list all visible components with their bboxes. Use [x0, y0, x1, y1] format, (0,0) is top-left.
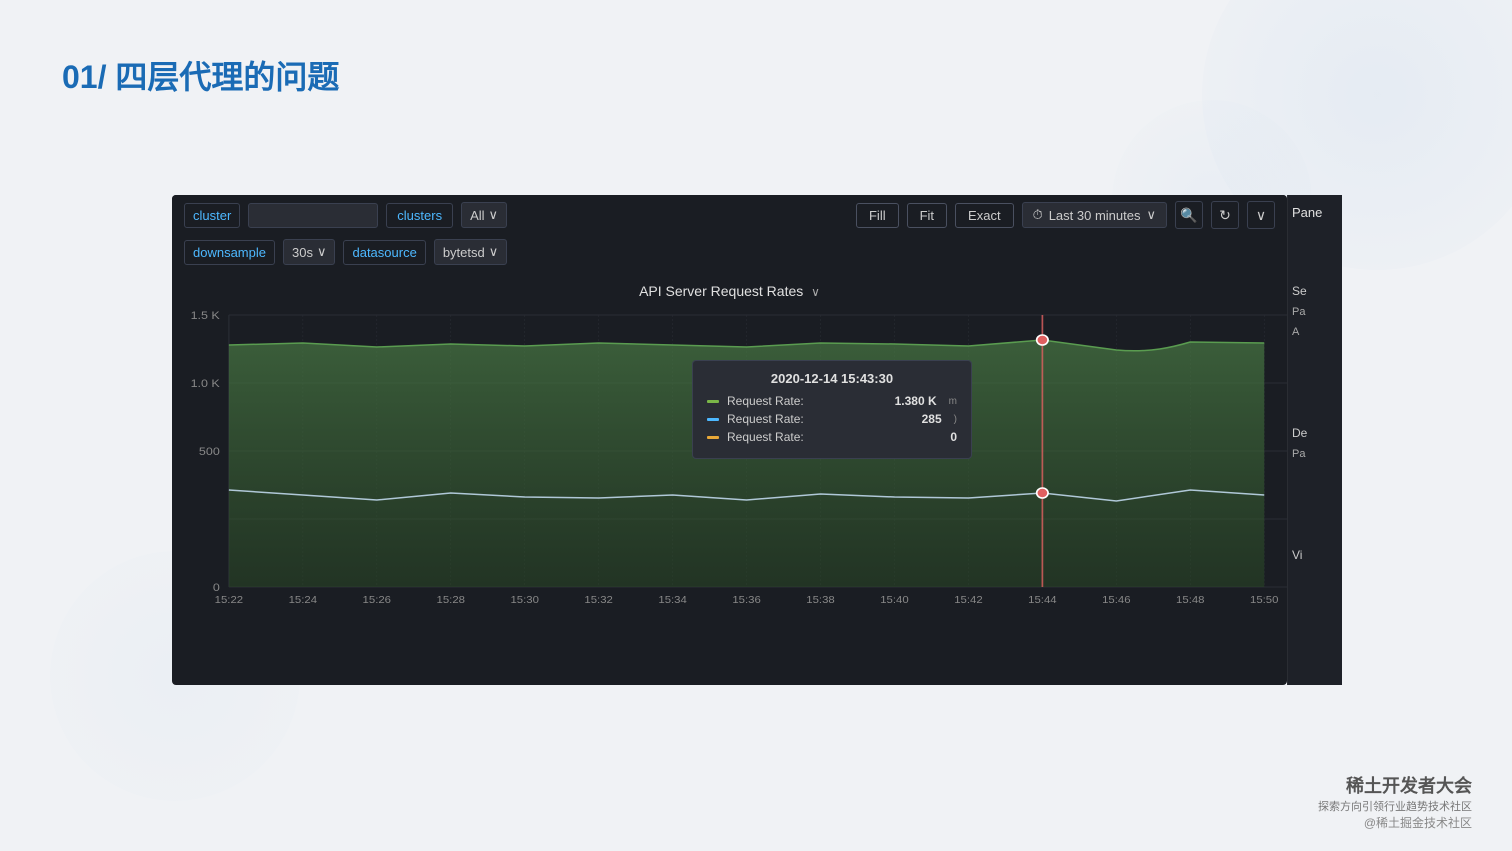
- svg-text:15:50: 15:50: [1250, 595, 1279, 606]
- svg-text:15:24: 15:24: [289, 595, 318, 606]
- tooltip-row-1: Request Rate: 1.380 K m: [707, 394, 957, 408]
- svg-text:15:46: 15:46: [1102, 595, 1131, 606]
- clusters-button[interactable]: clusters: [386, 203, 453, 228]
- interval-dropdown[interactable]: 30s ∨: [283, 239, 335, 265]
- tooltip-value-3: 0: [950, 430, 957, 444]
- svg-text:15:38: 15:38: [806, 595, 835, 606]
- svg-text:15:22: 15:22: [215, 595, 244, 606]
- svg-text:1.5 K: 1.5 K: [191, 310, 220, 322]
- downsample-label: downsample: [184, 240, 275, 265]
- branding-subtitle: 探索方向引领行业趋势技术社区: [1318, 798, 1472, 814]
- tooltip-unit-1: m: [949, 396, 957, 407]
- side-panel-title: Pane: [1288, 195, 1342, 230]
- branding-title: 稀土开发者大会: [1318, 772, 1472, 798]
- svg-text:500: 500: [199, 446, 220, 458]
- datasource-label: datasource: [343, 240, 425, 265]
- svg-text:15:34: 15:34: [658, 595, 687, 606]
- tooltip-label-2: Request Rate:: [727, 412, 804, 426]
- svg-text:15:36: 15:36: [732, 595, 761, 606]
- svg-text:0: 0: [213, 582, 220, 594]
- tooltip-row-2: Request Rate: 285 ): [707, 412, 957, 426]
- svg-text:15:40: 15:40: [880, 595, 909, 606]
- svg-text:15:30: 15:30: [510, 595, 539, 606]
- side-panel-pa: Pa: [1288, 302, 1342, 322]
- chart-title: API Server Request Rates ∨: [172, 273, 1287, 305]
- tooltip-label-1: Request Rate:: [727, 394, 804, 408]
- svg-text:15:48: 15:48: [1176, 595, 1205, 606]
- branding: 稀土开发者大会 探索方向引领行业趋势技术社区 @稀土掘金技术社区: [1318, 772, 1472, 831]
- search-minus-icon: 🔍: [1180, 207, 1197, 224]
- cluster-input[interactable]: [248, 203, 378, 228]
- svg-text:15:28: 15:28: [437, 595, 466, 606]
- all-dropdown[interactable]: All ∨: [461, 202, 507, 228]
- tooltip-dot-1: [707, 400, 719, 403]
- tooltip-time: 2020-12-14 15:43:30: [707, 371, 957, 386]
- cluster-label: cluster: [184, 203, 240, 228]
- side-panel-pa2: Pa: [1288, 444, 1342, 464]
- svg-text:15:32: 15:32: [584, 595, 613, 606]
- chart-svg: 1.5 K 1.0 K 500 0: [172, 305, 1287, 635]
- datasource-dropdown[interactable]: bytetsd ∨: [434, 239, 507, 265]
- svg-text:15:26: 15:26: [363, 595, 392, 606]
- chevron-down-icon: ∨: [317, 244, 327, 260]
- more-button[interactable]: ∨: [1247, 201, 1275, 229]
- tooltip-dot-3: [707, 436, 719, 439]
- side-panel-a: A: [1288, 322, 1342, 342]
- chevron-down-icon: ∨: [489, 207, 499, 223]
- tooltip-unit-2: ): [954, 414, 957, 425]
- page-title: 01/ 四层代理的问题: [62, 52, 339, 98]
- exact-button[interactable]: Exact: [955, 203, 1014, 228]
- tooltip-value-1: 1.380 K: [895, 394, 937, 408]
- chevron-down-icon: ∨: [811, 285, 820, 299]
- fill-button[interactable]: Fill: [856, 203, 899, 228]
- chart-area: API Server Request Rates ∨: [172, 273, 1287, 643]
- toolbar-row2: downsample 30s ∨ datasource bytetsd ∨: [172, 235, 1287, 273]
- chevron-down-icon: ∨: [1146, 207, 1156, 223]
- refresh-icon: ↻: [1219, 207, 1231, 224]
- chevron-down-icon: ∨: [1256, 207, 1266, 224]
- chevron-down-icon: ∨: [489, 244, 499, 260]
- svg-text:1.0 K: 1.0 K: [191, 378, 220, 390]
- side-panel-vi: Vi: [1288, 544, 1342, 566]
- clock-icon: ⏱: [1033, 207, 1043, 223]
- side-panel-de: De: [1288, 422, 1342, 444]
- tooltip-label-3: Request Rate:: [727, 430, 804, 444]
- chart-tooltip: 2020-12-14 15:43:30 Request Rate: 1.380 …: [692, 360, 972, 459]
- svg-text:15:44: 15:44: [1028, 595, 1057, 606]
- svg-text:15:42: 15:42: [954, 595, 983, 606]
- side-panel-section-se: Se: [1288, 280, 1342, 302]
- tooltip-row-3: Request Rate: 0: [707, 430, 957, 444]
- refresh-button[interactable]: ↻: [1211, 201, 1239, 229]
- side-panel: Pane Se Pa A De Pa Vi: [1287, 195, 1342, 685]
- tooltip-dot-2: [707, 418, 719, 421]
- dashboard-panel: cluster clusters All ∨ Fill Fit Exact ⏱ …: [172, 195, 1287, 685]
- fit-button[interactable]: Fit: [907, 203, 947, 228]
- zoom-out-button[interactable]: 🔍: [1175, 201, 1203, 229]
- tooltip-value-2: 285: [922, 412, 942, 426]
- toolbar-row1: cluster clusters All ∨ Fill Fit Exact ⏱ …: [172, 195, 1287, 235]
- branding-handle: @稀土掘金技术社区: [1318, 814, 1472, 831]
- time-selector[interactable]: ⏱ Last 30 minutes ∨: [1022, 202, 1167, 228]
